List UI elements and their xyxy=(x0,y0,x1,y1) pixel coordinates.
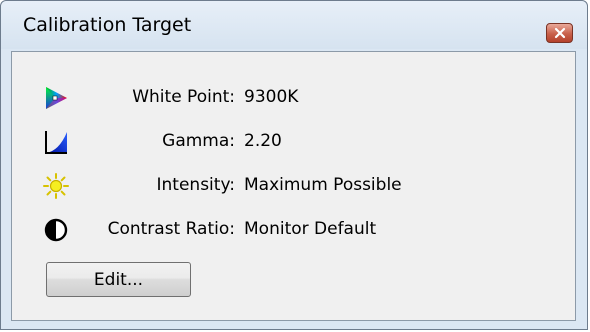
calibration-target-window: Calibration Target White Point: 9300K Ga… xyxy=(0,0,588,330)
white-point-row: White Point: 9300K xyxy=(12,84,572,114)
color-gamut-icon xyxy=(42,84,70,112)
contrast-ratio-row: Contrast Ratio: Monitor Default xyxy=(12,216,572,246)
intensity-row: Intensity: Maximum Possible xyxy=(12,172,572,202)
white-point-label: White Point: xyxy=(132,87,235,107)
white-point-value: 9300K xyxy=(244,87,299,107)
gamma-curve-icon xyxy=(42,128,70,156)
gamma-row: Gamma: 2.20 xyxy=(12,128,572,158)
gamma-label: Gamma: xyxy=(162,131,235,151)
gamma-value: 2.20 xyxy=(244,131,282,151)
contrast-icon xyxy=(42,216,70,244)
intensity-value: Maximum Possible xyxy=(244,175,402,195)
edit-button[interactable]: Edit... xyxy=(46,262,191,297)
window-title: Calibration Target xyxy=(23,14,192,36)
title-bar[interactable]: Calibration Target xyxy=(1,1,587,49)
calibration-panel: White Point: 9300K Gamma: 2.20 Intensity… xyxy=(11,51,576,321)
close-button[interactable] xyxy=(546,23,573,43)
contrast-ratio-label: Contrast Ratio: xyxy=(107,219,235,239)
close-icon xyxy=(554,27,565,39)
sun-icon xyxy=(42,172,70,200)
contrast-ratio-value: Monitor Default xyxy=(244,219,377,239)
intensity-label: Intensity: xyxy=(156,175,235,195)
